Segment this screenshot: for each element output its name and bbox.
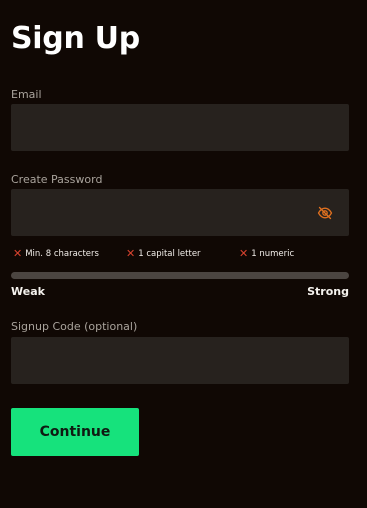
password-label: Create Password (11, 173, 103, 186)
page-title: Sign Up (11, 21, 140, 56)
password-requirements: ✕ Min. 8 characters ✕ 1 capital letter ✕… (13, 247, 353, 261)
requirement-label: Min. 8 characters (25, 249, 99, 259)
x-icon: ✕ (13, 247, 23, 260)
requirement-label: 1 capital letter (138, 249, 201, 259)
continue-button[interactable]: Continue (11, 408, 139, 456)
requirement-capital-letter: ✕ 1 capital letter (126, 247, 201, 261)
requirement-numeric: ✕ 1 numeric (239, 247, 294, 261)
signup-code-label: Signup Code (optional) (11, 320, 138, 333)
password-field[interactable] (11, 189, 349, 236)
x-icon: ✕ (239, 247, 249, 260)
email-field[interactable] (11, 104, 349, 151)
requirement-label: 1 numeric (251, 249, 295, 259)
x-icon: ✕ (126, 247, 136, 260)
signup-code-field[interactable] (11, 337, 349, 384)
password-strength-meter (11, 272, 349, 279)
strength-strong-label: Strong (307, 285, 349, 298)
eye-off-icon[interactable] (317, 205, 333, 221)
requirement-min-characters: ✕ Min. 8 characters (13, 247, 99, 261)
email-label: Email (11, 88, 42, 101)
strength-weak-label: Weak (11, 285, 45, 298)
signup-page: Sign Up Email Create Password ✕ Min. 8 c… (0, 0, 367, 508)
